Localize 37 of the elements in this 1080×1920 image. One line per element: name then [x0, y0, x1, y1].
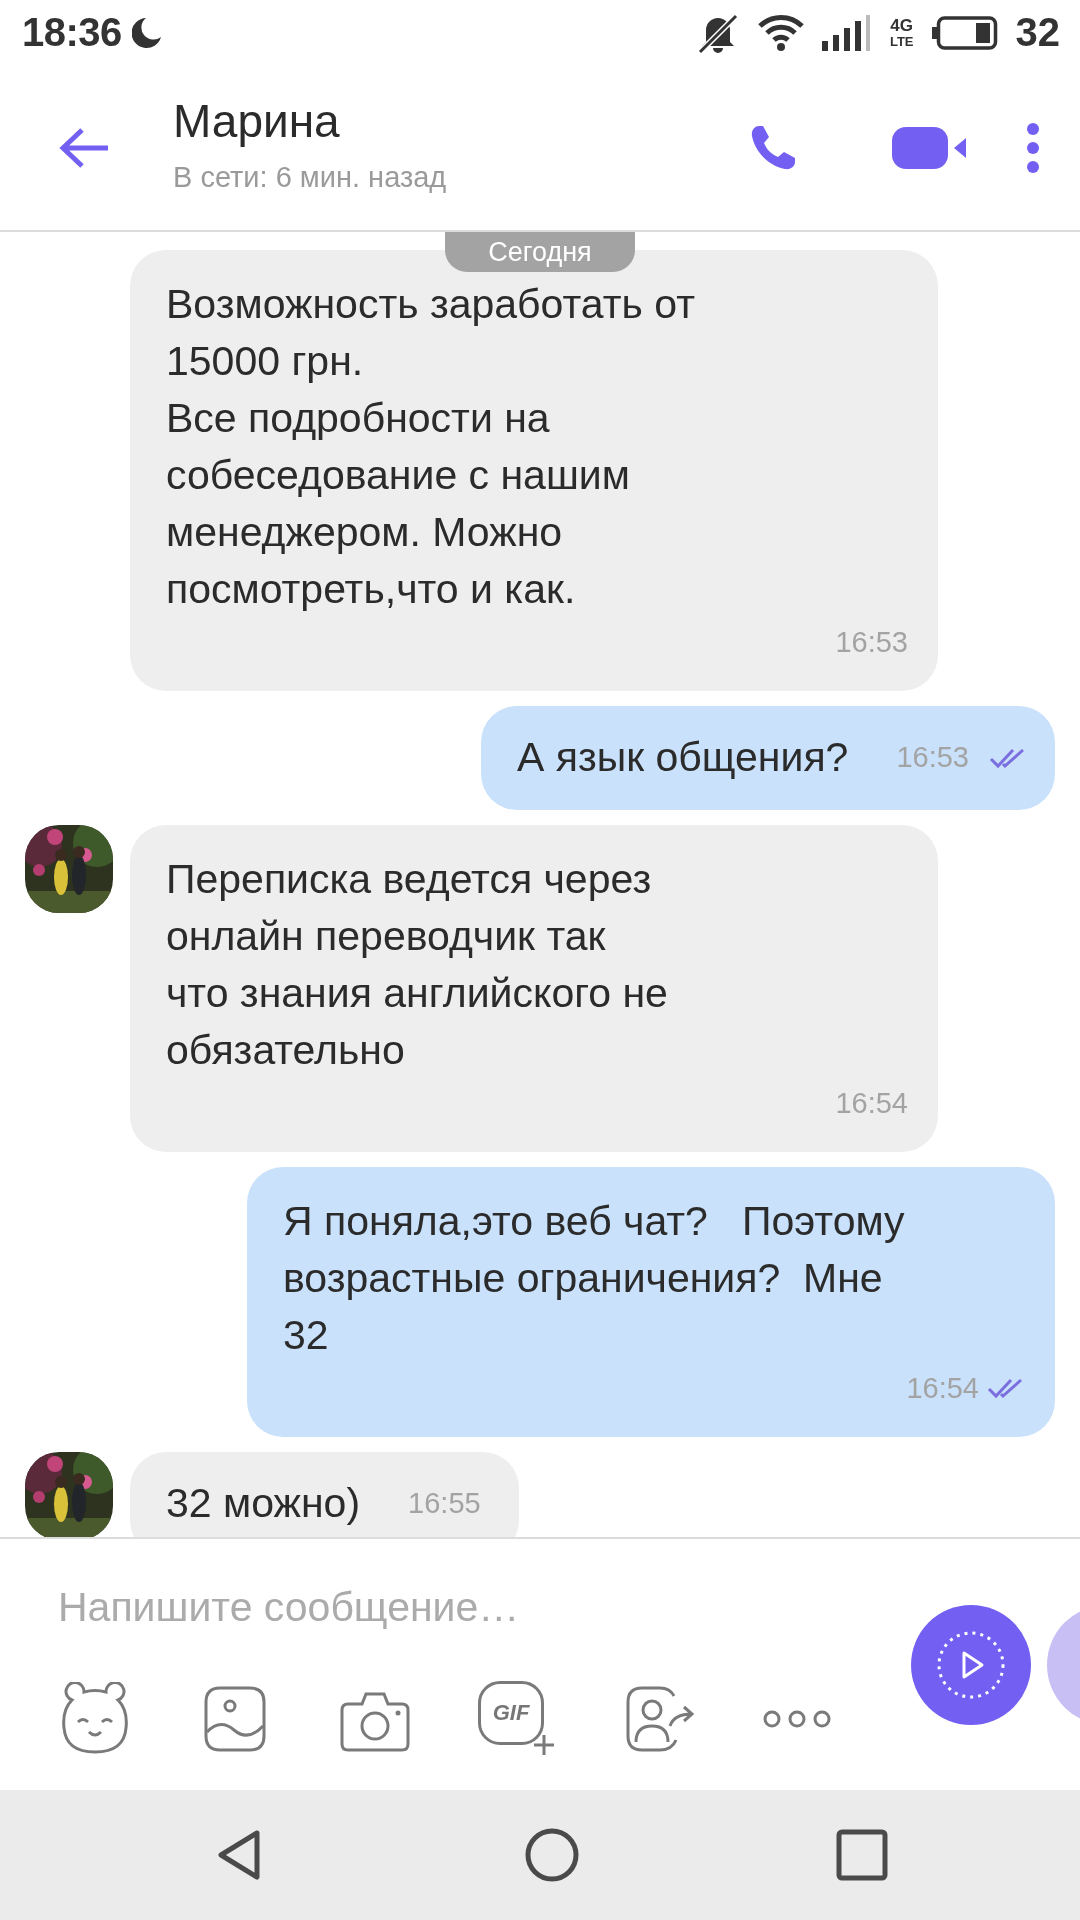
last-seen-status: В сети: 6 мин. назад: [173, 161, 448, 194]
plus-icon: [532, 1733, 556, 1757]
play-circle-icon: [936, 1630, 1006, 1700]
date-badge: Сегодня: [445, 232, 635, 272]
home-button[interactable]: [523, 1827, 580, 1883]
wifi-icon: [757, 13, 804, 52]
message-text: Я поняла,это веб чат? Поэтому возрастные ограничения? Мне 32: [283, 1197, 906, 1360]
battery-percent: 32: [1015, 10, 1060, 55]
status-time: 18:36: [22, 10, 122, 55]
moon-icon: [131, 16, 162, 49]
square-icon: [834, 1827, 890, 1883]
video-camera-icon: [892, 125, 968, 170]
recents-button[interactable]: [834, 1827, 890, 1883]
message-time: 16:54: [835, 1086, 908, 1120]
message-text: А язык общения?: [516, 733, 849, 782]
network-label: LTE: [889, 34, 914, 49]
contact-name: Марина: [173, 94, 341, 149]
back-arrow-icon: [58, 125, 110, 170]
more-options-button[interactable]: [1026, 122, 1040, 173]
message-time: 16:54: [906, 1371, 979, 1405]
back-button[interactable]: [58, 125, 110, 170]
message-time: 16:55: [408, 1487, 481, 1520]
call-button[interactable]: [749, 123, 797, 172]
signal-icon: [821, 14, 872, 51]
home-circle-icon: [523, 1827, 580, 1883]
network-label: 4G: [890, 16, 914, 35]
battery-icon: [931, 15, 998, 50]
message-time: 16:53: [896, 741, 969, 774]
menu-dots-icon: [1026, 122, 1040, 173]
message-text: 32 можно): [166, 1479, 361, 1528]
phone-icon: [749, 123, 797, 172]
message-time: 16:53: [835, 625, 908, 659]
message-field[interactable]: Напишите сообщение…: [48, 1577, 868, 1637]
video-call-button[interactable]: [892, 125, 968, 170]
message-text: Возможность заработать от 15000 грн. Все подробности на собеседование с нашим менеджером. Можно посмотреть,что и как.: [166, 280, 696, 614]
message-text: Переписка ведется через онлайн переводчик так что знания английского не обязательно: [166, 855, 669, 1075]
three-dots-icon: [762, 1709, 832, 1729]
